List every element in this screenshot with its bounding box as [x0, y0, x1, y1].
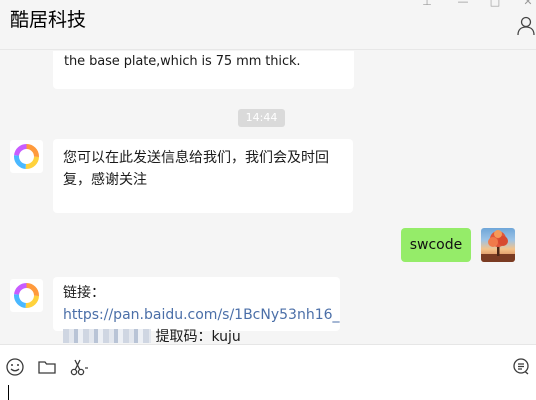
contact-info-icon[interactable] [517, 16, 535, 36]
brand-logo-icon [14, 144, 39, 169]
message-bubble[interactable]: 链接：https://pan.baidu.com/s/1BcNy53nh16_ … [53, 277, 340, 344]
message-bubble[interactable]: 您可以在此发送信息给我们，我们会及时回复，感谢关注 [53, 139, 353, 213]
extraction-code: kuju [211, 329, 241, 344]
link-prefix: 链接： [63, 285, 105, 301]
redacted-text [63, 329, 151, 343]
message-text: 您可以在此发送信息给我们，我们会及时回复，感谢关注 [63, 150, 329, 188]
input-area[interactable] [0, 344, 536, 400]
pin-icon[interactable]: ⊥ [420, 0, 434, 8]
message-list[interactable]: the base plate,which is 75 mm thick. 14:… [0, 51, 536, 344]
message-bubble[interactable]: the base plate,which is 75 mm thick. [53, 51, 354, 89]
emoji-icon[interactable] [5, 357, 25, 377]
minimize-button[interactable]: — [456, 0, 470, 8]
self-message-bubble[interactable]: swcode [401, 228, 471, 262]
folder-icon[interactable] [37, 357, 57, 377]
close-button[interactable]: ✕ [521, 0, 535, 8]
timestamp: 14:44 [238, 109, 285, 127]
contact-avatar[interactable] [10, 140, 43, 173]
self-avatar[interactable] [481, 228, 515, 262]
maximize-button[interactable]: □ [488, 0, 502, 8]
tree-avatar-icon [481, 230, 515, 262]
contact-avatar[interactable] [10, 279, 43, 312]
share-link[interactable]: https://pan.baidu.com/s/1BcNy53nh16_ [63, 307, 340, 323]
message-text: the base plate,which is 75 mm thick. [64, 54, 301, 69]
scissors-icon[interactable] [69, 357, 89, 377]
text-cursor [8, 385, 9, 400]
title-bar: 酷居科技 ⊥ — □ ✕ [0, 0, 536, 50]
brand-logo-icon [14, 283, 39, 308]
chat-title: 酷居科技 [10, 9, 87, 31]
message-text: swcode [409, 237, 463, 253]
chat-history-icon[interactable] [512, 357, 532, 377]
code-label: 提取码： [155, 329, 212, 344]
